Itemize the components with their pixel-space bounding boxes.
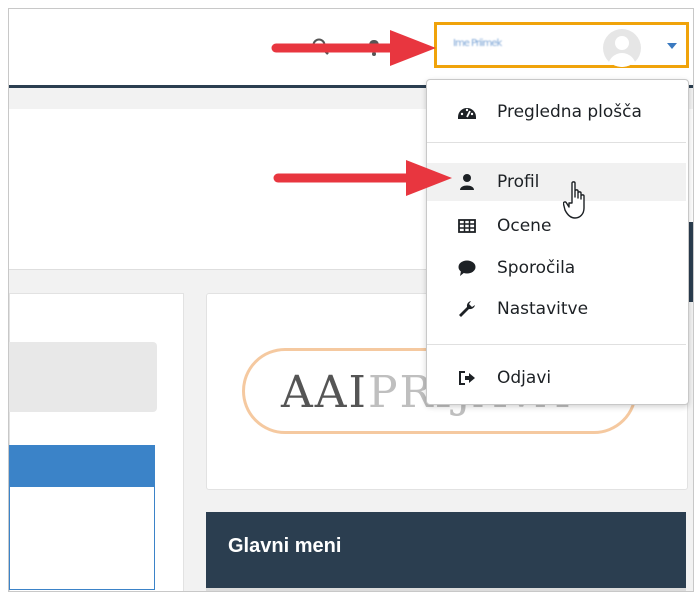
user-dropdown-menu: Pregledna plošča Profil Ocene Sporočila … <box>426 79 689 405</box>
left-blue-block <box>9 445 155 590</box>
dashboard-icon <box>458 108 476 119</box>
speech-bubble-icon <box>458 260 476 276</box>
user-icon <box>460 174 474 190</box>
menu-item-label: Nastavitve <box>497 299 589 319</box>
menu-item-label: Ocene <box>497 216 552 236</box>
browser-frame: Ime Priimek AAIPRIJAVA Glavni meni <box>8 8 694 592</box>
user-menu-toggle[interactable]: Ime Priimek <box>434 22 689 68</box>
main-menu-block: Glavni meni <box>206 512 686 591</box>
red-arrow-annotation <box>273 160 452 196</box>
main-menu-title: Glavni meni <box>228 535 342 557</box>
wrench-icon <box>459 301 475 317</box>
menu-item-label: Odjavi <box>497 368 552 388</box>
menu-item-settings[interactable]: Nastavitve <box>427 290 686 328</box>
menu-item-messages[interactable]: Sporočila <box>427 249 686 287</box>
hand-cursor-icon <box>563 181 585 219</box>
table-icon <box>458 219 476 233</box>
menu-item-label: Profil <box>497 172 540 192</box>
red-arrow-annotation <box>271 30 436 66</box>
menu-item-label: Pregledna plošča <box>497 102 642 122</box>
avatar <box>603 29 641 67</box>
menu-item-dashboard[interactable]: Pregledna plošča <box>427 93 686 131</box>
logo-text-aai: AAI <box>281 367 368 418</box>
menu-item-grades[interactable]: Ocene <box>427 207 686 245</box>
user-name: Ime Priimek <box>453 38 502 49</box>
sign-out-icon <box>459 371 475 385</box>
menu-item-logout[interactable]: Odjavi <box>427 359 686 397</box>
chevron-down-icon <box>667 43 677 49</box>
menu-item-label: Sporočila <box>497 258 576 278</box>
left-grey-block <box>9 342 157 412</box>
menu-item-profile[interactable]: Profil <box>427 163 686 201</box>
